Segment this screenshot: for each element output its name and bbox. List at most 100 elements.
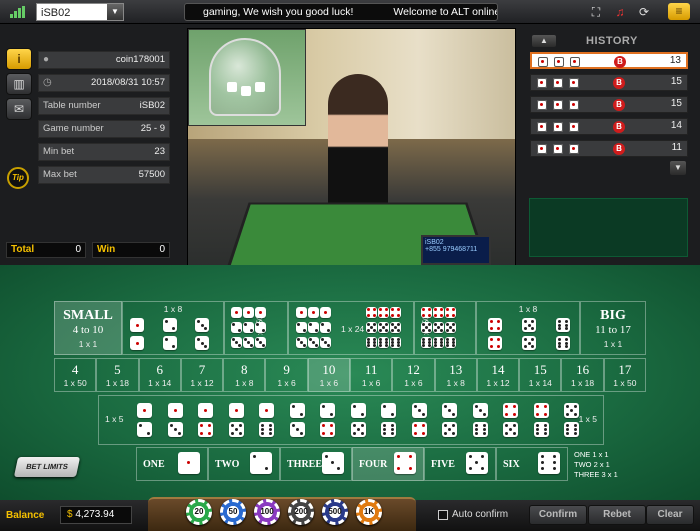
die-face-3-icon (289, 422, 305, 437)
chip-500[interactable]: 500 (322, 499, 348, 525)
chip-20[interactable]: 20 (186, 499, 212, 525)
chip-50[interactable]: 50 (220, 499, 246, 525)
die-icon (553, 144, 563, 154)
bet-total-12[interactable]: 12 1 x 6 (392, 358, 435, 392)
tip-label: Tip (12, 173, 24, 182)
table-number-row: Table number iSB02 (38, 97, 170, 115)
bet-total-15[interactable]: 15 1 x 14 (519, 358, 562, 392)
bet-total-4[interactable]: 41 x 50 (54, 358, 97, 392)
die-face-6-icon (538, 452, 560, 474)
die-icon (569, 144, 579, 154)
chip-1K[interactable]: 1K (356, 499, 382, 525)
chip-200[interactable]: 200 (288, 499, 314, 525)
user-row: ● coin178001 (38, 51, 170, 69)
single-odds-legend: ONE 1 x 1 TWO 2 x 1 THREE 3 x 1 (574, 450, 618, 480)
die-face-4-icon (488, 336, 502, 350)
single-label: FOUR (359, 459, 388, 470)
history-total: 13 (669, 55, 681, 66)
history-row[interactable]: B 15 (530, 74, 688, 91)
total-number: 12 (406, 362, 420, 377)
bet-total-11[interactable]: 11 1 x 6 (350, 358, 393, 392)
fullscreen-icon[interactable]: ⛶ (588, 4, 604, 20)
menu-icon[interactable]: ≡ (668, 3, 690, 20)
die-face-6-icon (378, 337, 389, 348)
game-number-row: Game number 25 - 9 (38, 120, 170, 138)
die-face-4-icon (421, 307, 432, 318)
die-face-1-icon (255, 307, 266, 318)
total-number: 7 (198, 362, 206, 377)
game-number-label: Game number (43, 123, 104, 134)
die-icon (553, 100, 563, 110)
small-odds: 1 x 1 (78, 339, 98, 349)
die-face-4-icon (533, 403, 549, 418)
statistics-button[interactable]: ▥ (6, 73, 32, 95)
bet-small[interactable]: SMALL 4 to 10 1 x 1 (54, 301, 122, 355)
history-row[interactable]: B 14 (530, 118, 688, 135)
dome-die (255, 82, 265, 92)
bet-total-6[interactable]: 61 x 14 (138, 358, 181, 392)
bet-total-17[interactable]: 17 1 x 50 (603, 358, 646, 392)
history-row[interactable]: B 13 (530, 52, 688, 69)
min-bet-row: Min bet 23 (38, 143, 170, 161)
bet-limits-button[interactable]: BET LIMITS (13, 457, 81, 477)
die-face-4-icon (366, 307, 377, 318)
die-icon (537, 144, 547, 154)
die-icon (569, 122, 579, 132)
refresh-icon[interactable]: ⟳ (636, 4, 652, 20)
die-face-5-icon (433, 322, 444, 333)
dome-die (227, 82, 237, 92)
big-odds: 1 x 1 (603, 339, 623, 349)
history-scroll-down-icon[interactable]: ▼ (670, 161, 686, 175)
bet-total-8[interactable]: 81 x 8 (223, 358, 266, 392)
bet-total-7[interactable]: 71 x 12 (180, 358, 224, 392)
bet-total-5[interactable]: 51 x 18 (96, 358, 139, 392)
sound-mute-icon[interactable]: ♫ (612, 4, 628, 20)
bet-total-13[interactable]: 13 1 x 8 (434, 358, 477, 392)
single-label: THREE (287, 459, 323, 470)
die-icon (569, 100, 579, 110)
history-title: HISTORY (586, 35, 638, 47)
die-face-6-icon (433, 337, 444, 348)
die-face-3-icon (442, 403, 457, 418)
clear-button[interactable]: Clear (646, 505, 694, 525)
die-face-4-icon (445, 307, 456, 318)
info-button[interactable]: i (6, 48, 32, 70)
rebet-button[interactable]: Rebet (588, 505, 646, 525)
total-odds: 1 x 18 (570, 378, 595, 388)
history-row[interactable]: B 11 (530, 140, 688, 157)
game-number-value: 25 - 9 (140, 123, 165, 134)
chip-100[interactable]: 100 (254, 499, 280, 525)
die-face-2-icon (289, 403, 305, 418)
bet-total-16[interactable]: 16 1 x 18 (561, 358, 604, 392)
bet-total-9[interactable]: 91 x 6 (265, 358, 308, 392)
die-face-2-icon (163, 336, 177, 350)
die-icon (537, 78, 547, 88)
die-face-3-icon (320, 337, 331, 348)
die-icon (569, 78, 579, 88)
history-row[interactable]: B 15 (530, 96, 688, 113)
die-face-5-icon (522, 318, 536, 332)
total-odds: 1 x 8 (235, 378, 254, 388)
die-face-1-icon (259, 403, 274, 418)
total-number: 16 (576, 362, 590, 377)
history-scroll-up-icon[interactable]: ▲ (532, 35, 556, 47)
table-select[interactable]: iSB02 ▼ (36, 3, 124, 21)
confirm-button[interactable]: Confirm (529, 505, 587, 525)
tip-button[interactable]: Tip (7, 167, 29, 189)
bet-total-14[interactable]: 14 1 x 12 (476, 358, 520, 392)
chat-button[interactable]: ✉ (6, 98, 32, 120)
big-range: 11 to 17 (595, 324, 631, 336)
total-number: 6 (156, 362, 163, 377)
die-face-2-icon (320, 403, 335, 418)
die-face-3-icon (167, 422, 183, 437)
die-face-3-icon (255, 337, 266, 348)
bet-total-10[interactable]: 10 1 x 6 (307, 358, 350, 392)
die-face-3-icon (231, 337, 242, 348)
auto-confirm-label: Auto confirm (452, 509, 509, 520)
video-brand-text: iSB02 (425, 239, 444, 246)
single-label: TWO (215, 459, 240, 470)
datetime: 2018/08/31 10:57 (91, 77, 165, 88)
auto-confirm-checkbox[interactable] (438, 510, 448, 520)
total-odds: 1 x 12 (190, 378, 214, 388)
bet-big[interactable]: BIG 11 to 17 1 x 1 (580, 301, 646, 355)
